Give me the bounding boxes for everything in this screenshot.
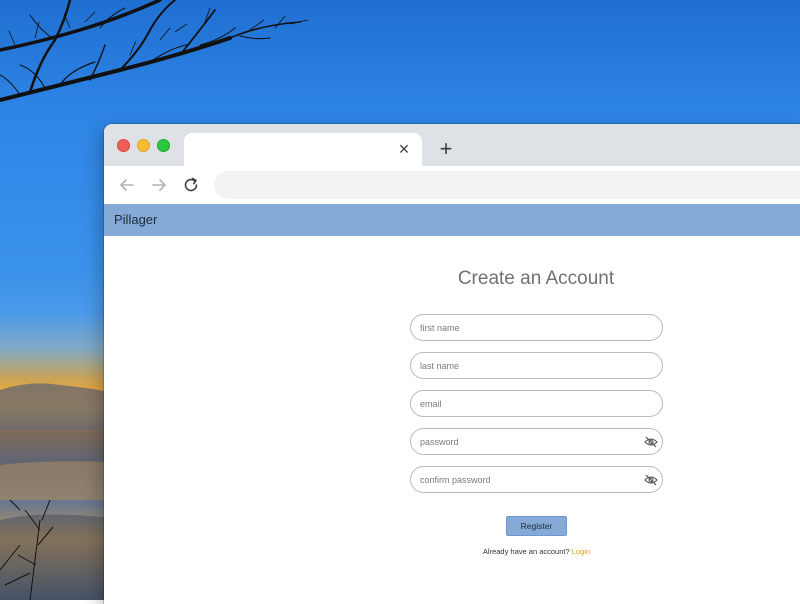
email-input[interactable] (411, 391, 662, 416)
mountains-decoration (0, 383, 110, 600)
login-prompt: Already have an account? Login (410, 547, 663, 556)
maximize-window-button[interactable] (157, 139, 170, 152)
browser-tab[interactable]: × (184, 133, 422, 166)
login-prompt-text: Already have an account? (482, 547, 570, 556)
eye-off-icon[interactable] (644, 473, 658, 487)
page-title: Create an Account (457, 268, 615, 289)
confirm-password-input[interactable] (411, 467, 662, 492)
confirm-password-field (410, 466, 663, 493)
eye-off-icon[interactable] (644, 435, 658, 449)
register-button[interactable]: Register (506, 516, 567, 536)
tab-close-icon[interactable]: × (394, 139, 414, 159)
brand-title[interactable]: Pillager (114, 212, 157, 227)
new-tab-button[interactable]: + (435, 138, 457, 160)
reload-icon[interactable] (181, 175, 201, 195)
close-window-button[interactable] (117, 139, 130, 152)
app-header: Pillager (104, 204, 800, 236)
browser-titlebar: × + (104, 124, 800, 166)
first-name-input[interactable] (411, 315, 662, 340)
first-name-field (410, 314, 663, 341)
login-link[interactable]: Login (572, 547, 590, 556)
last-name-field (410, 352, 663, 379)
registration-page: Create an Account Register Already have … (104, 236, 800, 604)
browser-window: × + Pillager Create an Account first nam… (104, 124, 800, 604)
last-name-input[interactable] (411, 353, 662, 378)
back-arrow-icon[interactable] (117, 175, 137, 195)
password-input[interactable] (411, 429, 662, 454)
password-field (410, 428, 663, 455)
tree-branches-decoration (0, 0, 309, 102)
browser-toolbar (104, 166, 800, 205)
address-bar[interactable] (214, 171, 800, 199)
email-field (410, 390, 663, 417)
forward-arrow-icon[interactable] (149, 175, 169, 195)
minimize-window-button[interactable] (137, 139, 150, 152)
